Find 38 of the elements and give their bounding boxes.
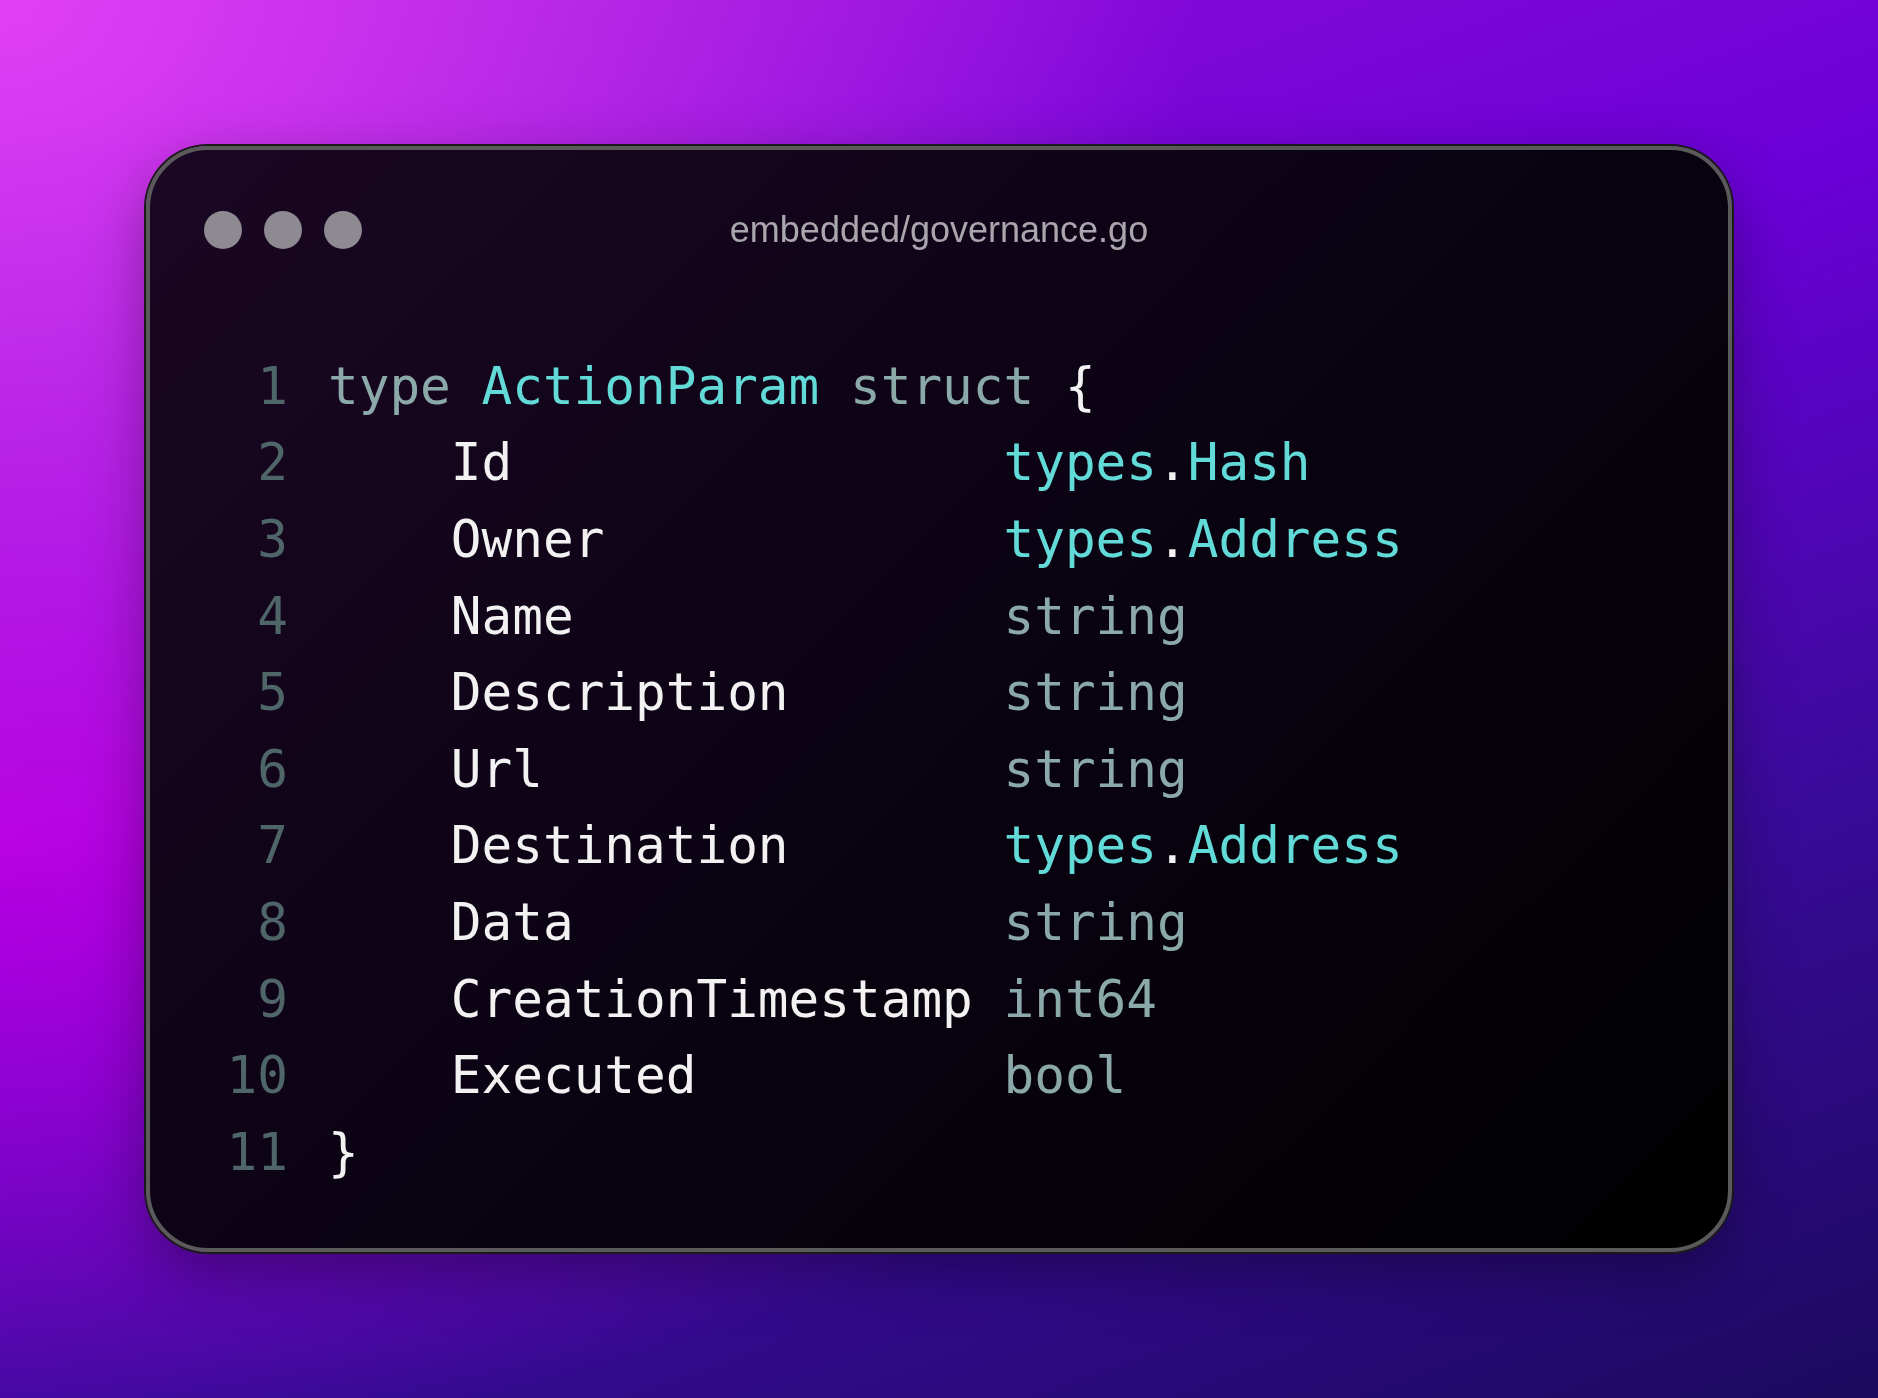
window-title: embedded/governance.go bbox=[729, 209, 1149, 251]
line-number: 4 bbox=[256, 586, 288, 646]
field-name: Name bbox=[450, 586, 575, 646]
close-button[interactable] bbox=[204, 211, 242, 249]
line-number: 8 bbox=[256, 892, 288, 952]
line-number: 5 bbox=[256, 663, 288, 723]
zoom-button[interactable] bbox=[324, 211, 362, 249]
field-name: Destination bbox=[450, 816, 790, 876]
minimize-button[interactable] bbox=[264, 211, 302, 249]
field-name: Url bbox=[450, 739, 544, 799]
field-type: string bbox=[1003, 663, 1188, 723]
code-brace: { bbox=[1064, 356, 1096, 416]
line-number: 2 bbox=[256, 433, 288, 493]
field-name: Executed bbox=[450, 1046, 698, 1106]
field-type: types.Address bbox=[1003, 816, 1403, 876]
field-name: Id bbox=[450, 433, 514, 493]
field-name: CreationTimestamp bbox=[450, 969, 974, 1029]
code-brace: } bbox=[328, 1122, 359, 1182]
field-type: bool bbox=[1003, 1046, 1127, 1106]
field-name: Owner bbox=[450, 510, 606, 569]
line-number: 7 bbox=[256, 816, 288, 876]
field-type: string bbox=[1003, 739, 1188, 799]
field-name: Description bbox=[450, 663, 790, 723]
field-type: types.Address bbox=[1003, 510, 1403, 569]
line-number: 3 bbox=[256, 510, 288, 569]
code-keyword: struct bbox=[850, 356, 1035, 416]
line-number: 6 bbox=[256, 739, 288, 799]
line-number: 9 bbox=[256, 969, 288, 1029]
line-number: 11 bbox=[225, 1122, 288, 1182]
field-name: Data bbox=[450, 892, 575, 952]
line-number: 1 bbox=[256, 356, 288, 416]
code-keyword: type bbox=[328, 356, 451, 416]
field-type: int64 bbox=[1003, 969, 1157, 1029]
field-type: types.Hash bbox=[1003, 433, 1311, 493]
field-type: string bbox=[1003, 892, 1188, 952]
field-type: string bbox=[1003, 586, 1188, 646]
type-name: ActionParam bbox=[481, 356, 820, 416]
line-number: 10 bbox=[225, 1046, 288, 1106]
